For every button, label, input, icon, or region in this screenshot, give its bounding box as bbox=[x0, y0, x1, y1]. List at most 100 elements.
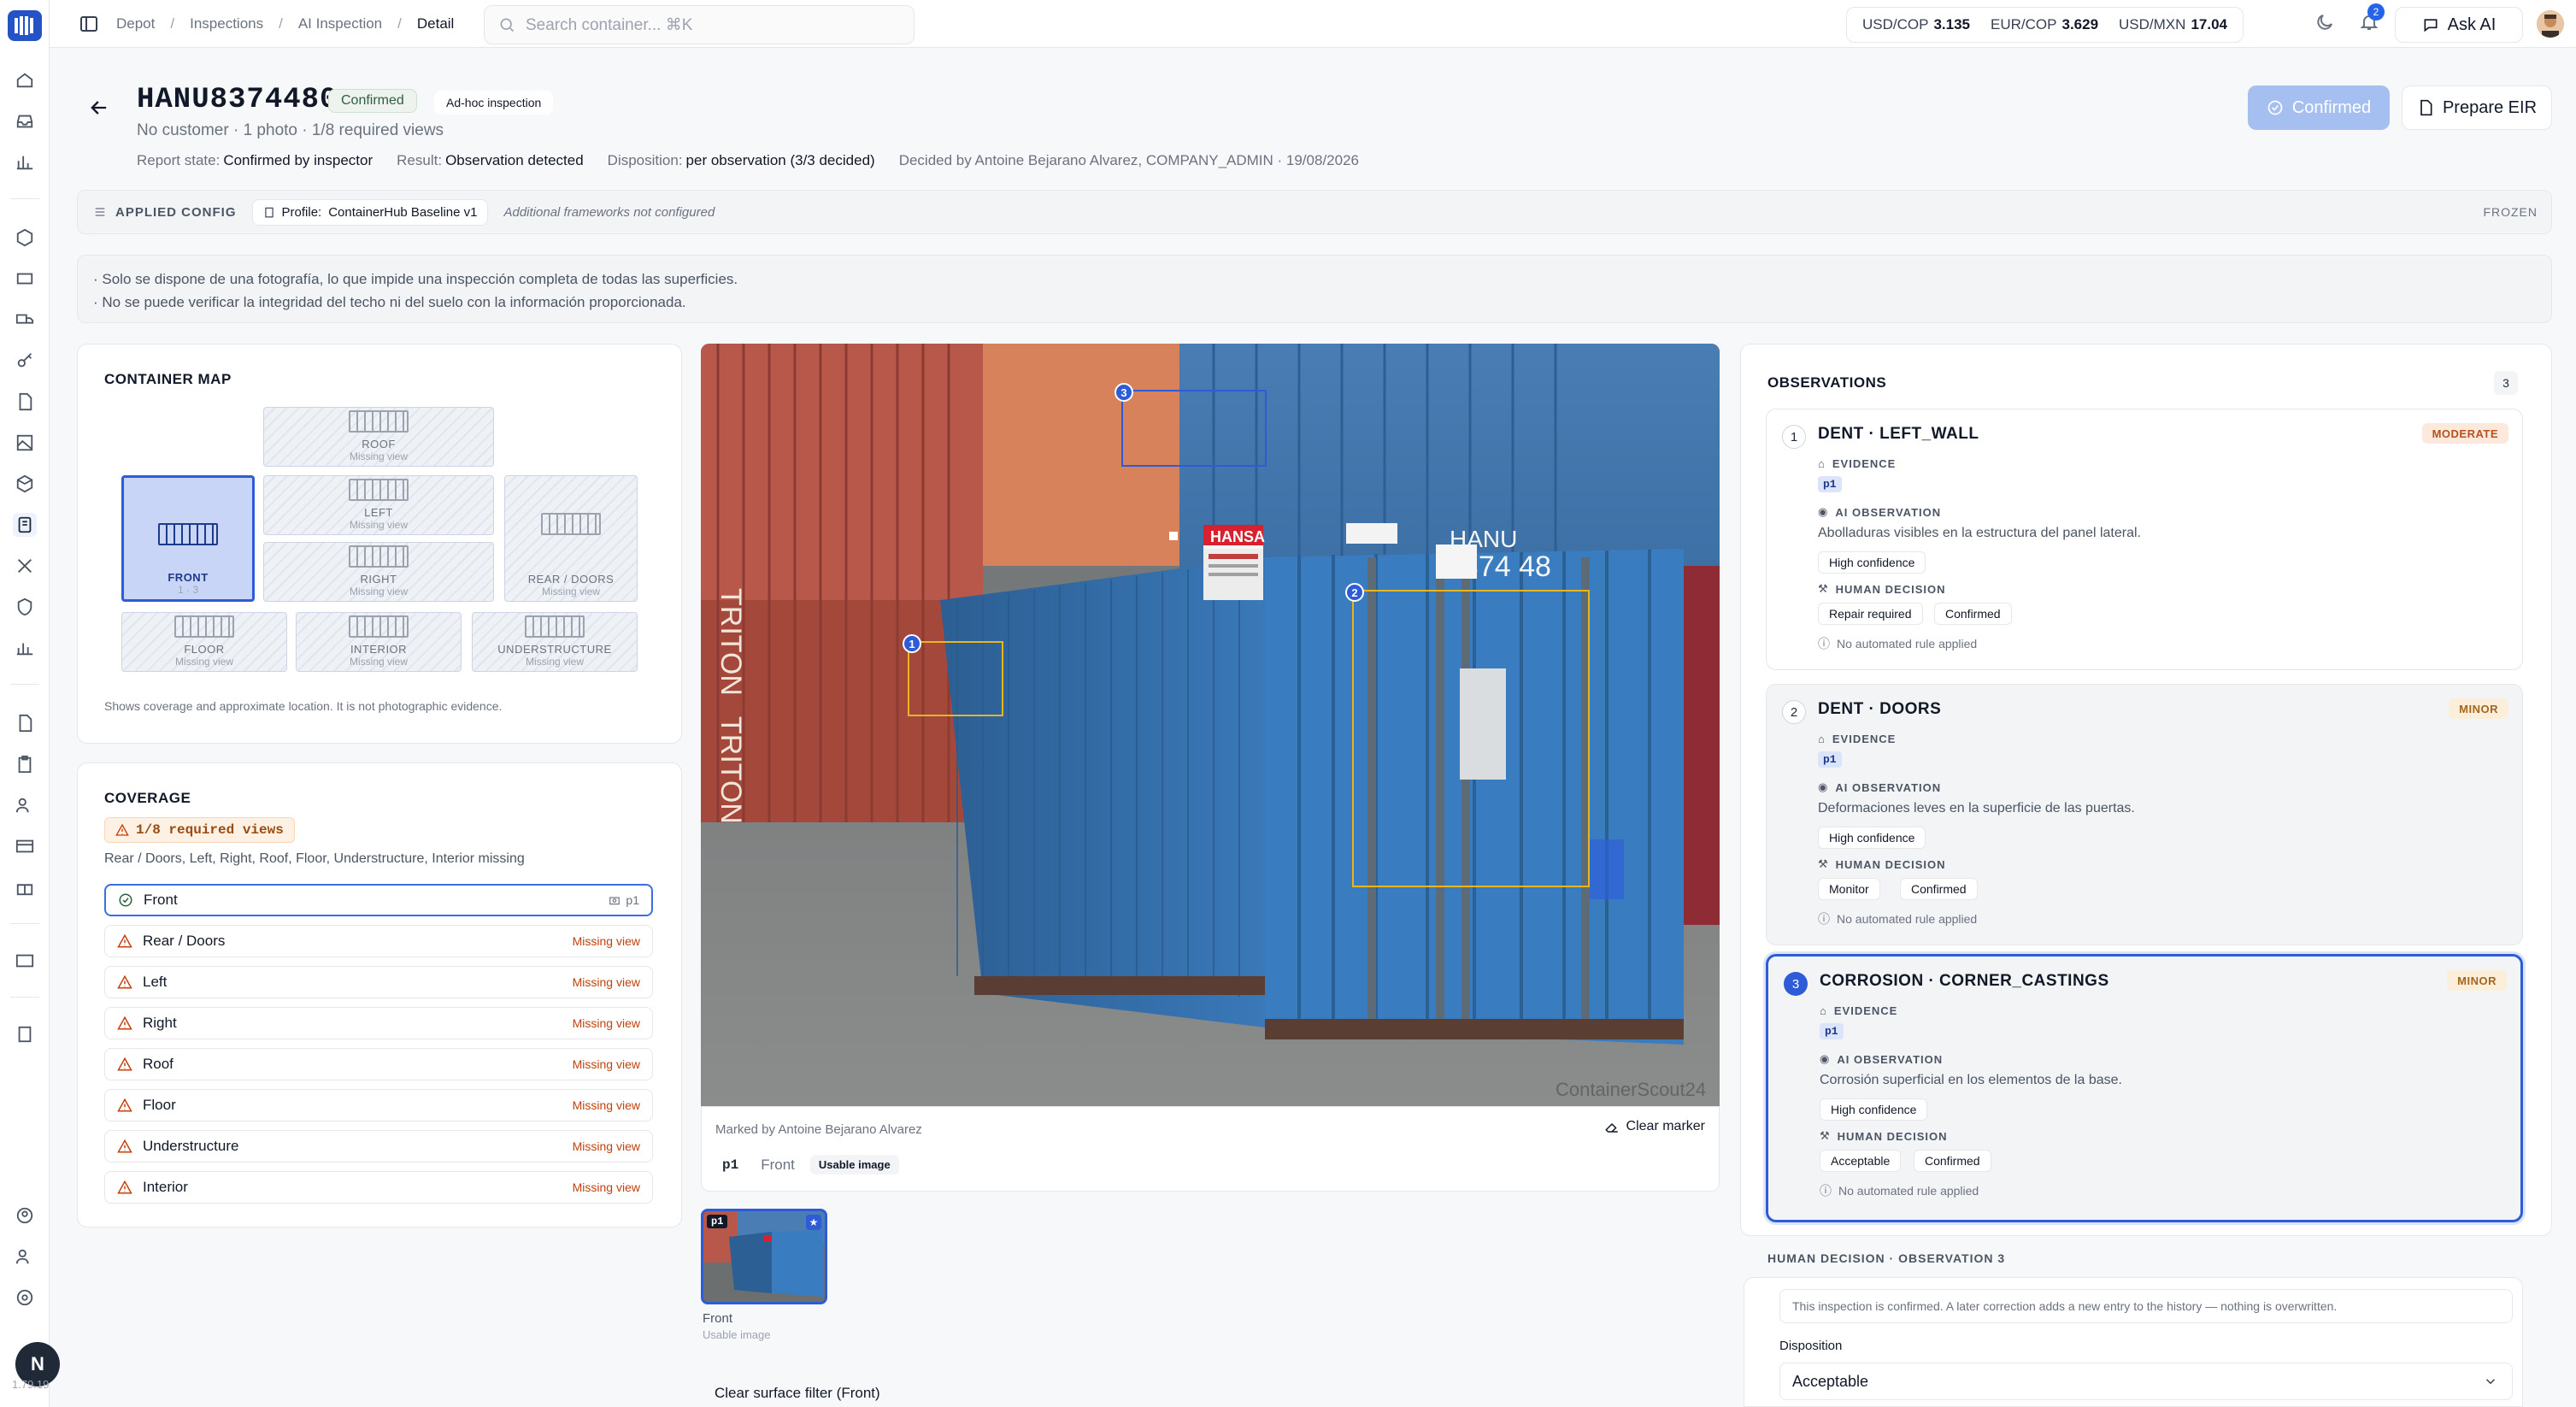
map-cell-interior[interactable]: INTERIOR Missing view bbox=[296, 612, 462, 672]
decision-chip: Monitor bbox=[1818, 878, 1880, 900]
observation-card-1[interactable]: 1 DENT · LEFT_WALL MODERATE ⌂ EVIDENCE p1… bbox=[1766, 409, 2523, 670]
applied-config-label: APPLIED CONFIG bbox=[93, 205, 237, 220]
coverage-row-front[interactable]: Front p1 bbox=[104, 884, 653, 916]
inspection-icon[interactable] bbox=[13, 513, 37, 537]
tools-icon[interactable] bbox=[13, 554, 37, 578]
billing-icon[interactable] bbox=[13, 834, 37, 858]
observation-marker-box[interactable] bbox=[908, 641, 1003, 716]
card-icon[interactable] bbox=[13, 949, 37, 973]
settings-icon[interactable] bbox=[13, 1286, 37, 1310]
observation-card-3[interactable]: 3 CORROSION · CORNER_CASTINGS MINOR ⌂ EVI… bbox=[1766, 954, 2523, 1222]
gavel-icon: ⚒ bbox=[1820, 1129, 1831, 1142]
coverage-row-left[interactable]: Left Missing view bbox=[104, 966, 653, 998]
coverage-row-rear-doors[interactable]: Rear / Doors Missing view bbox=[104, 925, 653, 957]
moon-icon[interactable] bbox=[2314, 12, 2338, 36]
map-cell-left[interactable]: LEFT Missing view bbox=[263, 475, 494, 535]
search-placeholder: Search container... ⌘K bbox=[526, 15, 693, 34]
coverage-row-roof[interactable]: Roof Missing view bbox=[104, 1048, 653, 1080]
coverage-row-interior[interactable]: Interior Missing view bbox=[104, 1171, 653, 1204]
map-cell-understructure[interactable]: UNDERSTRUCTURE Missing view bbox=[472, 612, 638, 672]
report-state: Report state: Confirmed by inspector bbox=[137, 152, 373, 168]
clear-marker-button[interactable]: Clear marker bbox=[1604, 1119, 1705, 1134]
evidence-chip[interactable]: p1 bbox=[1818, 476, 1842, 492]
clear-surface-filter-button[interactable]: Clear surface filter (Front) bbox=[715, 1385, 880, 1402]
user-avatar[interactable] bbox=[2537, 10, 2564, 38]
coverage-row-understructure[interactable]: Understructure Missing view bbox=[104, 1130, 653, 1163]
map-cell-right[interactable]: RIGHT Missing view bbox=[263, 542, 494, 602]
photo-tab-side[interactable]: Front bbox=[761, 1157, 795, 1174]
observation-marker-number[interactable]: 1 bbox=[903, 634, 921, 653]
map-cell-roof[interactable]: ROOF Missing view bbox=[263, 407, 494, 467]
prepare-eir-button[interactable]: Prepare EIR bbox=[2402, 85, 2552, 130]
prepare-eir-label: Prepare EIR bbox=[2442, 97, 2538, 117]
file-icon[interactable] bbox=[13, 390, 37, 414]
clipboard-icon[interactable] bbox=[13, 752, 37, 776]
ai-observation-text: Abolladuras visibles en la estructura de… bbox=[1818, 526, 2141, 540]
stats-icon[interactable] bbox=[13, 636, 37, 660]
map-cell-rear-doors[interactable]: REAR / DOORS Missing view bbox=[504, 475, 638, 602]
profile-icon[interactable] bbox=[13, 1204, 37, 1227]
warning-icon bbox=[117, 933, 132, 948]
observation-marker-number[interactable]: 3 bbox=[1115, 383, 1133, 402]
coverage-row-label: Roof bbox=[143, 1056, 173, 1072]
eraser-icon bbox=[1604, 1122, 1618, 1133]
disposition-select[interactable]: Acceptable bbox=[1779, 1363, 2513, 1400]
evidence-chip[interactable]: p1 bbox=[1818, 751, 1842, 768]
inspection-photo[interactable]: TRITON TRITON HANSA HANU 8374 48 Contain… bbox=[701, 344, 1720, 1106]
truck-icon[interactable] bbox=[13, 308, 37, 332]
observations-title: OBSERVATIONS bbox=[1767, 374, 1887, 391]
photo-tab-id[interactable]: p1 bbox=[715, 1155, 746, 1174]
sidebar-toggle-icon[interactable] bbox=[79, 14, 99, 38]
breadcrumb-separator: / bbox=[397, 15, 402, 32]
coverage-row-right[interactable]: Right Missing view bbox=[104, 1007, 653, 1039]
gavel-icon: ⚒ bbox=[1818, 582, 1829, 595]
confirmed-button[interactable]: Confirmed bbox=[2248, 85, 2390, 130]
team-icon[interactable] bbox=[13, 1245, 37, 1269]
note-line: · Solo se dispone de una fotografía, lo … bbox=[93, 271, 738, 287]
profile-chip[interactable]: Profile: ContainerHub Baseline v1 bbox=[251, 198, 489, 226]
eye-icon: ◉ bbox=[1820, 1052, 1831, 1065]
note-line: · No se puede verificar la integridad de… bbox=[93, 294, 686, 310]
map-cell-front[interactable]: FRONT 1 · 3 bbox=[121, 475, 255, 602]
app-logo[interactable] bbox=[8, 10, 42, 41]
thumbnail-side: Front bbox=[703, 1311, 733, 1326]
breadcrumb-detail: Detail bbox=[416, 15, 455, 32]
observation-marker-box[interactable] bbox=[1352, 590, 1590, 887]
thumbnail-quality: Usable image bbox=[703, 1328, 771, 1341]
report-icon[interactable] bbox=[13, 1022, 37, 1046]
evidence-label: ⌂ EVIDENCE bbox=[1818, 733, 1897, 745]
breadcrumb-depot[interactable]: Depot bbox=[116, 15, 155, 32]
clipboard-icon bbox=[264, 207, 273, 218]
observation-marker-number[interactable]: 2 bbox=[1345, 583, 1364, 602]
gallery-icon[interactable] bbox=[13, 431, 37, 455]
evidence-label: ⌂ EVIDENCE bbox=[1820, 1004, 1898, 1017]
map-cell-floor[interactable]: FLOOR Missing view bbox=[121, 612, 287, 672]
coverage-row-floor[interactable]: Floor Missing view bbox=[104, 1089, 653, 1121]
home-icon[interactable] bbox=[13, 68, 37, 92]
missing-view-label: Missing view bbox=[572, 975, 640, 989]
search-input[interactable]: Search container... ⌘K bbox=[484, 5, 915, 44]
document-icon[interactable] bbox=[13, 711, 37, 735]
breadcrumb-inspections[interactable]: Inspections bbox=[190, 15, 263, 32]
back-arrow-icon[interactable] bbox=[87, 96, 111, 120]
gift-icon[interactable] bbox=[13, 875, 37, 899]
container-painted-prefix: HANU bbox=[1450, 526, 1517, 552]
severity-badge: MINOR bbox=[2449, 698, 2508, 719]
evidence-chip[interactable]: p1 bbox=[1820, 1023, 1844, 1039]
chevron-down-icon bbox=[2485, 1379, 2496, 1385]
package-icon[interactable] bbox=[13, 472, 37, 496]
inbox-icon[interactable] bbox=[13, 109, 37, 133]
users-icon[interactable] bbox=[13, 793, 37, 817]
breadcrumb-ai-inspection[interactable]: AI Inspection bbox=[298, 15, 382, 32]
box-icon[interactable] bbox=[13, 226, 37, 250]
container-icon[interactable] bbox=[13, 267, 37, 291]
shield-icon[interactable] bbox=[13, 595, 37, 619]
camera-icon: ⌂ bbox=[1818, 733, 1826, 745]
key-icon[interactable] bbox=[13, 349, 37, 373]
chart-icon[interactable] bbox=[13, 150, 37, 174]
observation-marker-box-selected[interactable] bbox=[1121, 390, 1267, 467]
observation-card-2[interactable]: 2 DENT · DOORS MINOR ⌂ EVIDENCE p1 ◉ AI OB… bbox=[1766, 684, 2523, 945]
container-brand: HANSA bbox=[1210, 528, 1265, 545]
photo-thumbnail[interactable]: p1 ★ bbox=[701, 1209, 827, 1304]
ask-ai-button[interactable]: Ask AI bbox=[2395, 7, 2523, 43]
